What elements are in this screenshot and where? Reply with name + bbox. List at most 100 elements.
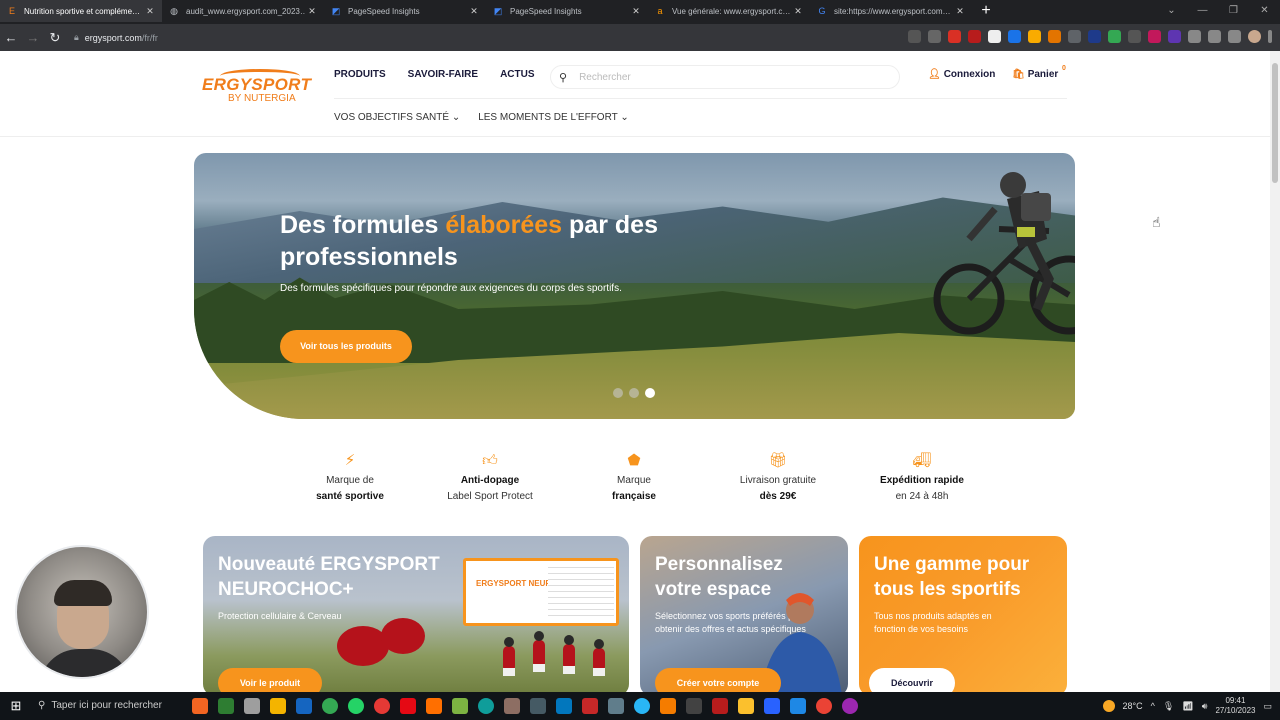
extension-icon[interactable] — [1088, 30, 1101, 43]
app-icon[interactable] — [244, 698, 260, 714]
edge-icon[interactable] — [478, 698, 494, 714]
app-icon[interactable] — [296, 698, 312, 714]
ergysport-logo[interactable]: ERGYSPORT BY NUTERGIA — [202, 69, 311, 117]
app-icon[interactable] — [686, 698, 702, 714]
taskbar-search[interactable]: ⚲ Taper ici pour rechercher — [32, 692, 182, 720]
app-icon[interactable] — [192, 698, 208, 714]
close-icon[interactable]: ✕ — [468, 6, 480, 17]
extension-icon[interactable] — [1068, 30, 1081, 43]
reload-icon[interactable]: ↻ — [44, 30, 66, 46]
app-icon[interactable] — [556, 698, 572, 714]
browser-tab[interactable]: ◩ PageSpeed Insights ✕ — [486, 0, 648, 22]
avatar[interactable] — [1248, 30, 1261, 43]
app-icon[interactable] — [530, 698, 546, 714]
address-bar[interactable]: 🔒︎ ergysport.com /fr/fr — [74, 32, 158, 43]
app-icon[interactable] — [764, 698, 780, 714]
maximize-icon[interactable]: ❐ — [1218, 0, 1249, 22]
discover-button[interactable]: Découvrir — [869, 668, 955, 692]
whatsapp-icon[interactable] — [348, 698, 364, 714]
extension-icon[interactable] — [1028, 30, 1041, 43]
clock-date: 27/10/2023 — [1215, 706, 1256, 715]
app-icon[interactable] — [270, 698, 286, 714]
close-icon[interactable]: ✕ — [954, 6, 966, 17]
chevron-up-icon[interactable]: ^ — [1151, 701, 1155, 711]
puzzle-icon[interactable] — [1188, 30, 1201, 43]
app-icon[interactable] — [218, 698, 234, 714]
browser-tab[interactable]: a Vue générale: www.ergysport.c… ✕ — [648, 0, 810, 22]
app-icon[interactable] — [738, 698, 754, 714]
app-icon[interactable] — [842, 698, 858, 714]
bookmark-star-icon[interactable] — [928, 30, 941, 43]
close-icon[interactable]: ✕ — [144, 6, 156, 17]
chrome-icon[interactable] — [322, 698, 338, 714]
login-link[interactable]: 👤︎ Connexion — [928, 69, 995, 80]
browser-tab[interactable]: G site:https://www.ergysport.com… ✕ — [810, 0, 972, 22]
extension-icon[interactable] — [1148, 30, 1161, 43]
extension-icon[interactable] — [1168, 30, 1181, 43]
slider-dot[interactable] — [613, 388, 623, 398]
app-icon[interactable] — [582, 698, 598, 714]
slider-dot-active[interactable] — [645, 388, 655, 398]
menu-icon[interactable] — [1268, 30, 1272, 43]
app-icon[interactable] — [426, 698, 442, 714]
chrome-icon[interactable] — [816, 698, 832, 714]
share-icon[interactable] — [908, 30, 921, 43]
slider-dot[interactable] — [629, 388, 639, 398]
nav-actus[interactable]: ACTUS — [500, 69, 534, 80]
extension-icon[interactable] — [1128, 30, 1141, 43]
browser-toolbar: ← → ↻ 🔒︎ ergysport.com /fr/fr — [0, 24, 1280, 51]
app-icon[interactable] — [452, 698, 468, 714]
app-icon[interactable] — [660, 698, 676, 714]
netflix-icon[interactable] — [400, 698, 416, 714]
clock[interactable]: 09:41 27/10/2023 — [1215, 696, 1255, 716]
app-icon[interactable] — [790, 698, 806, 714]
page-scrollbar[interactable] — [1270, 51, 1280, 692]
app-icon[interactable] — [504, 698, 520, 714]
close-icon[interactable]: ✕ — [306, 6, 318, 17]
download-icon[interactable] — [1208, 30, 1221, 43]
close-icon[interactable]: ✕ — [792, 6, 804, 17]
nav-moments-effort[interactable]: LES MOMENTS DE L'EFFORT ⌄ — [478, 112, 629, 123]
extension-icon[interactable] — [1048, 30, 1061, 43]
cart-link[interactable]: 🛍︎ Panier 0 — [1012, 65, 1066, 80]
weather-icon[interactable] — [1102, 700, 1115, 712]
browser-tab[interactable]: E Nutrition sportive et compléme… ✕ — [0, 0, 162, 22]
app-icon[interactable] — [712, 698, 728, 714]
personalize-card[interactable]: Personnalisez votre espace Sélectionnez … — [640, 536, 848, 692]
network-icon[interactable]: 📶︎ — [1182, 701, 1193, 712]
browser-tab[interactable]: ◩ PageSpeed Insights ✕ — [324, 0, 486, 22]
microphone-icon[interactable]: 🎙︎ — [1163, 701, 1174, 712]
new-tab-button[interactable]: + — [976, 1, 996, 21]
extension-icon[interactable] — [968, 30, 981, 43]
search-input[interactable]: ⚲ Rechercher — [550, 65, 900, 89]
nav-savoir-faire[interactable]: SAVOIR-FAIRE — [408, 69, 478, 80]
forward-icon[interactable]: → — [22, 30, 44, 45]
create-account-button[interactable]: Créer votre compte — [655, 668, 781, 692]
side-panel-icon[interactable] — [1228, 30, 1241, 43]
view-product-button[interactable]: Voir le produit — [218, 668, 322, 692]
minimize-icon[interactable]: — — [1187, 0, 1218, 22]
temperature[interactable]: 28°C — [1123, 701, 1143, 711]
back-icon[interactable]: ← — [0, 30, 22, 45]
extension-icon[interactable] — [1008, 30, 1021, 43]
youtube-icon[interactable] — [374, 698, 390, 714]
nav-produits[interactable]: PRODUITS — [334, 69, 386, 80]
nav-objectifs-sante[interactable]: VOS OBJECTIFS SANTÉ ⌄ — [334, 112, 460, 123]
windows-start-icon[interactable]: ⊞ — [0, 692, 32, 720]
extension-icon[interactable] — [988, 30, 1001, 43]
notifications-icon[interactable]: ▭ — [1263, 701, 1272, 712]
view-all-products-button[interactable]: Voir tous les produits — [280, 330, 412, 363]
neurochoc-card[interactable]: Nouveauté ERGYSPORT NEUROCHOC+ Protectio… — [203, 536, 629, 692]
telegram-icon[interactable] — [634, 698, 650, 714]
tab-search-icon[interactable]: ⌄ — [1156, 0, 1187, 22]
range-card[interactable]: Une gamme pour tous les sportifs Tous no… — [859, 536, 1067, 692]
volume-icon[interactable]: 🔊︎ — [1202, 701, 1208, 712]
scrollbar-thumb[interactable] — [1272, 63, 1278, 183]
close-icon[interactable]: ✕ — [630, 6, 642, 17]
extension-icon[interactable] — [948, 30, 961, 43]
extension-icon[interactable] — [1108, 30, 1121, 43]
browser-tab[interactable]: ◍ audit_www.ergysport.com_2023… ✕ — [162, 0, 324, 22]
gift-icon: 🎁︎ — [768, 452, 788, 469]
app-icon[interactable] — [608, 698, 624, 714]
close-window-icon[interactable]: ✕ — [1249, 0, 1280, 22]
